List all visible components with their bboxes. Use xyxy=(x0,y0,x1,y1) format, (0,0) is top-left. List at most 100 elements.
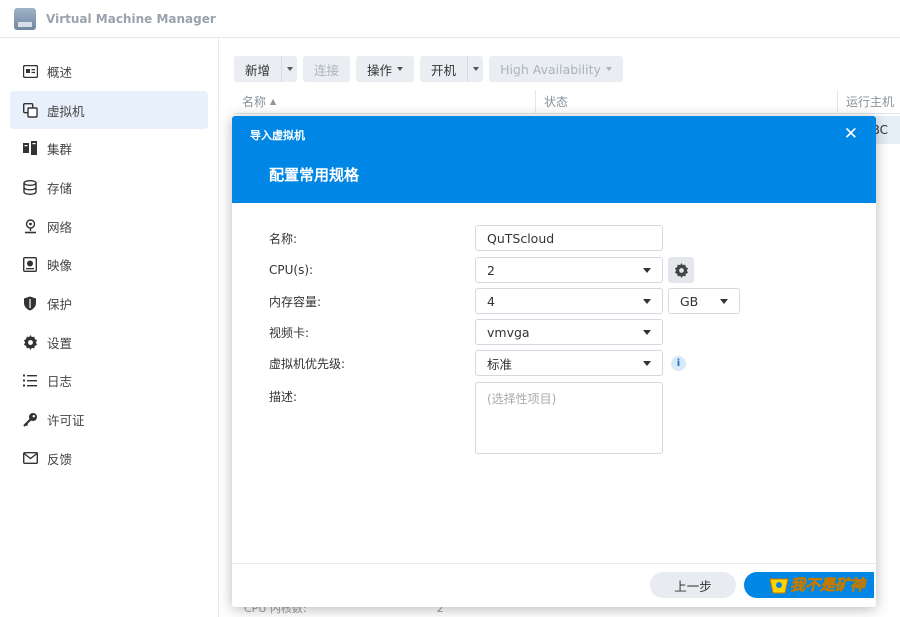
sort-asc-icon: ▲ xyxy=(270,97,277,106)
image-icon xyxy=(22,257,38,273)
power-on-split-button: 开机 xyxy=(420,56,484,82)
description-textarea[interactable]: (选择性项目) xyxy=(475,382,663,454)
column-name-label: 名称 xyxy=(242,95,267,109)
sidebar-item-license[interactable]: 许可证 xyxy=(10,400,208,439)
sidebar-item-label: 存储 xyxy=(47,180,73,196)
cluster-icon xyxy=(22,141,38,157)
name-row: 名称: QuTScloud xyxy=(269,225,663,251)
key-icon xyxy=(22,412,38,428)
connect-button[interactable]: 连接 xyxy=(303,56,351,82)
memory-label: 内存容量: xyxy=(269,294,322,309)
priority-row: 虚拟机优先级: 标准 i xyxy=(269,350,686,376)
description-row: 描述: (选择性项目) xyxy=(269,382,663,454)
gear-icon xyxy=(22,334,38,350)
sidebar-item-label: 概述 xyxy=(47,64,73,80)
chevron-down-icon xyxy=(643,298,651,304)
priority-label: 虚拟机优先级: xyxy=(269,356,346,371)
cpu-label: CPU(s): xyxy=(269,263,314,277)
new-split-button: 新增 xyxy=(234,56,298,82)
high-availability-button[interactable]: High Availability xyxy=(489,56,623,82)
memory-unit-value: GB xyxy=(680,293,699,309)
mail-icon xyxy=(22,450,38,466)
sidebar-item-image[interactable]: 映像 xyxy=(10,245,208,284)
action-label: 操作 xyxy=(367,62,393,78)
sidebar-item-label: 设置 xyxy=(47,335,73,351)
chevron-down-icon xyxy=(643,267,651,273)
watermark: 我不是矿神 xyxy=(768,574,865,595)
column-header-status[interactable]: 状态 xyxy=(536,90,838,113)
sidebar: 概述 虚拟机 集群 存储 网络 映像 保护 设置 日志 许可证 反馈 xyxy=(0,38,219,617)
watermark-logo-icon xyxy=(769,578,789,593)
close-icon[interactable]: ✕ xyxy=(844,124,858,144)
memory-value: 4 xyxy=(487,293,495,309)
chevron-down-icon xyxy=(472,67,479,71)
power-on-dropdown-button[interactable] xyxy=(467,56,484,82)
overview-icon xyxy=(22,63,38,79)
description-label: 描述: xyxy=(269,390,298,404)
chevron-down-icon xyxy=(286,67,293,71)
priority-select[interactable]: 标准 xyxy=(475,350,663,376)
sidebar-item-network[interactable]: 网络 xyxy=(10,207,208,246)
cpu-value: 2 xyxy=(487,262,495,278)
network-icon xyxy=(22,218,38,234)
info-icon[interactable]: i xyxy=(671,355,686,371)
priority-value: 标准 xyxy=(487,356,513,372)
sidebar-item-label: 映像 xyxy=(47,258,73,274)
sidebar-item-virtual-machine[interactable]: 虚拟机 xyxy=(10,90,208,130)
memory-unit-select[interactable]: GB xyxy=(668,288,740,314)
column-header-name[interactable]: 名称 ▲ xyxy=(234,90,536,113)
cpu-select[interactable]: 2 xyxy=(475,257,663,283)
ha-label: High Availability xyxy=(500,61,601,77)
video-row: 视频卡: vmvga xyxy=(269,319,663,345)
sidebar-item-feedback[interactable]: 反馈 xyxy=(10,439,208,478)
sidebar-item-label: 网络 xyxy=(47,219,73,235)
app-title: Virtual Machine Manager xyxy=(46,11,216,26)
dialog-title: 导入虚拟机 xyxy=(250,129,305,142)
sidebar-item-cluster[interactable]: 集群 xyxy=(10,129,208,168)
video-label: 视频卡: xyxy=(269,325,310,340)
action-menu-button[interactable]: 操作 xyxy=(356,56,415,82)
sidebar-item-label: 虚拟机 xyxy=(47,103,85,119)
sidebar-item-label: 日志 xyxy=(47,374,73,390)
memory-select[interactable]: 4 xyxy=(475,288,663,314)
chevron-down-icon xyxy=(643,360,651,366)
sidebar-item-label: 反馈 xyxy=(47,451,73,467)
sidebar-item-log[interactable]: 日志 xyxy=(10,362,208,401)
column-header-host[interactable]: 运行主机 xyxy=(838,90,894,113)
chevron-down-icon xyxy=(605,67,612,71)
gear-icon xyxy=(674,262,688,278)
name-input[interactable]: QuTScloud xyxy=(475,225,663,251)
vmm-app-icon xyxy=(14,7,36,30)
sidebar-item-label: 集群 xyxy=(47,142,73,158)
watermark-text: 我不是矿神 xyxy=(790,576,866,595)
dialog-header: 导入虚拟机 ✕ 配置常用规格 xyxy=(232,116,876,203)
video-value: vmvga xyxy=(487,324,530,340)
sidebar-item-label: 保护 xyxy=(47,296,73,312)
chevron-down-icon xyxy=(397,67,404,71)
new-dropdown-button[interactable] xyxy=(281,56,298,82)
sidebar-item-storage[interactable]: 存储 xyxy=(10,168,208,207)
power-on-button[interactable]: 开机 xyxy=(420,56,468,82)
name-label: 名称: xyxy=(269,231,298,246)
previous-button[interactable]: 上一步 xyxy=(650,572,736,598)
cpu-settings-button[interactable] xyxy=(668,257,694,283)
toolbar: 新增 连接 操作 开机 High Availability xyxy=(234,56,623,82)
storage-icon xyxy=(22,179,38,195)
sidebar-item-protection[interactable]: 保护 xyxy=(10,284,208,323)
log-list-icon xyxy=(22,373,38,389)
chevron-down-icon xyxy=(720,298,728,304)
cpu-row: CPU(s): 2 xyxy=(269,257,694,283)
video-card-select[interactable]: vmvga xyxy=(475,319,663,345)
chevron-down-icon xyxy=(643,329,651,335)
grid-header: 名称 ▲ 状态 运行主机 xyxy=(234,90,900,114)
memory-row: 内存容量: 4 GB xyxy=(269,288,740,314)
import-vm-dialog: 导入虚拟机 ✕ 配置常用规格 名称: QuTScloud CPU(s): 2 内… xyxy=(232,116,876,607)
new-button[interactable]: 新增 xyxy=(234,56,282,82)
shield-icon xyxy=(22,295,38,311)
virtual-machine-icon xyxy=(22,102,38,118)
sidebar-item-overview[interactable]: 概述 xyxy=(10,52,208,91)
sidebar-item-settings[interactable]: 设置 xyxy=(10,323,208,362)
title-bar: Virtual Machine Manager xyxy=(0,0,900,38)
sidebar-item-label: 许可证 xyxy=(47,413,85,429)
step-title: 配置常用规格 xyxy=(269,166,360,184)
